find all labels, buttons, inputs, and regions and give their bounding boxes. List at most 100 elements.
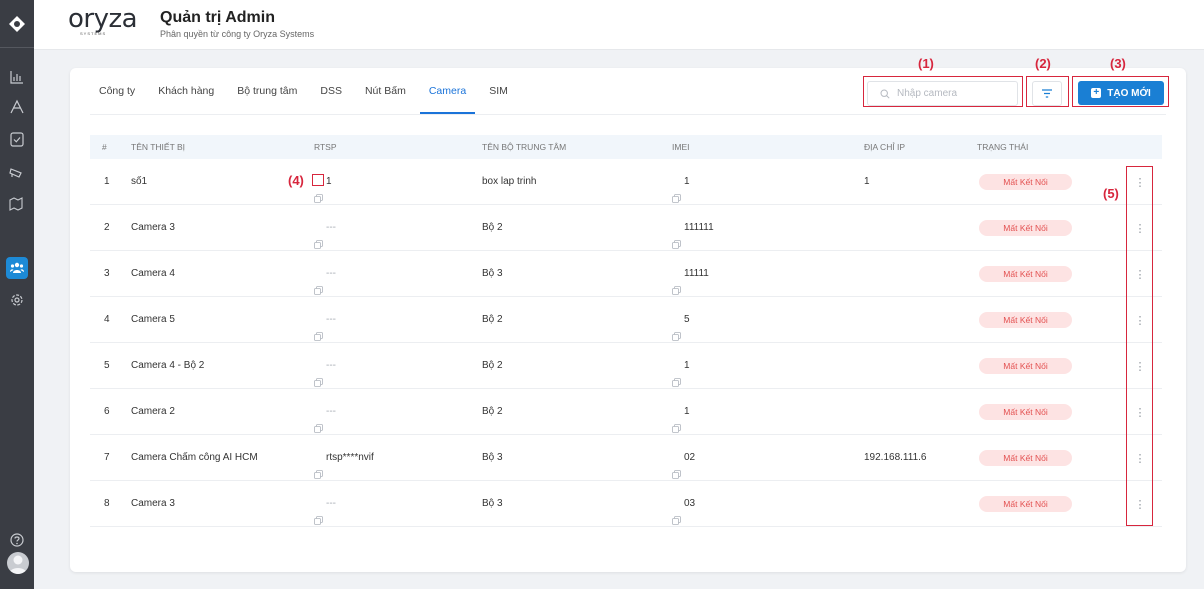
row-actions-menu-icon[interactable]: ⋮ xyxy=(1132,220,1148,236)
col-device[interactable]: TÊN THIẾT BỊ xyxy=(131,135,185,159)
copy-icon[interactable] xyxy=(314,178,323,203)
table-header: # TÊN THIẾT BỊ RTSP TÊN BỘ TRUNG TÂM IME… xyxy=(90,135,1162,159)
tab-sim[interactable]: SIM xyxy=(489,68,508,114)
sidebar-item-dashboard[interactable] xyxy=(0,62,34,92)
copy-icon[interactable] xyxy=(672,362,681,387)
sidebar-item-help[interactable] xyxy=(0,525,34,555)
table-row[interactable]: 3 Camera 4 --- Bộ 3 11111 Mất Kết Nối ⋮ xyxy=(90,251,1162,297)
cell-index: 5 xyxy=(104,360,110,371)
tab-company[interactable]: Công ty xyxy=(99,68,135,114)
cell-rtsp: --- xyxy=(314,297,336,343)
tab-button[interactable]: Nút Bấm xyxy=(365,68,406,114)
create-button-label: TẠO MỚI xyxy=(1107,87,1151,99)
cell-imei-value: 111111 xyxy=(684,222,714,233)
tab-dss[interactable]: DSS xyxy=(320,68,342,114)
copy-icon[interactable] xyxy=(672,270,681,295)
copy-icon[interactable] xyxy=(314,224,323,249)
copy-icon[interactable] xyxy=(672,178,681,203)
cell-hub: Bộ 3 xyxy=(482,268,503,279)
table-row[interactable]: 6 Camera 2 --- Bộ 2 1 Mất Kết Nối ⋮ xyxy=(90,389,1162,435)
search-box[interactable] xyxy=(867,81,1018,106)
copy-icon[interactable] xyxy=(672,408,681,433)
app-logo-icon[interactable] xyxy=(0,0,34,48)
row-actions-menu-icon[interactable]: ⋮ xyxy=(1132,266,1148,282)
cell-hub: Bộ 2 xyxy=(482,314,503,325)
brand-logo[interactable]: oryza SYSTEMS xyxy=(68,6,138,36)
col-ip[interactable]: ĐỊA CHỈ IP xyxy=(864,135,905,159)
tab-bar: Công ty Khách hàng Bộ trung tâm DSS Nút … xyxy=(99,68,531,114)
cell-index: 2 xyxy=(104,222,110,233)
sidebar-item-map[interactable] xyxy=(0,189,34,219)
copy-icon[interactable] xyxy=(314,500,323,525)
tab-divider xyxy=(90,114,1166,115)
create-button[interactable]: + TẠO MỚI xyxy=(1078,81,1164,105)
row-actions-menu-icon[interactable]: ⋮ xyxy=(1132,312,1148,328)
cell-index: 6 xyxy=(104,406,110,417)
table-row[interactable]: 4 Camera 5 --- Bộ 2 5 Mất Kết Nối ⋮ xyxy=(90,297,1162,343)
settings-icon xyxy=(11,294,23,306)
copy-icon[interactable] xyxy=(314,454,323,479)
row-actions-menu-icon[interactable]: ⋮ xyxy=(1132,174,1148,190)
clipboard-check-icon xyxy=(10,132,24,147)
col-index: # xyxy=(102,142,107,152)
sidebar-item-text[interactable] xyxy=(0,92,34,122)
copy-icon[interactable] xyxy=(672,454,681,479)
sidebar-item-users[interactable] xyxy=(0,253,34,283)
annotation-label-3: (3) xyxy=(1110,56,1126,71)
table-row[interactable]: 5 Camera 4 - Bộ 2 --- Bộ 2 1 Mất Kết Nối ⋮ xyxy=(90,343,1162,389)
cell-index: 1 xyxy=(104,176,110,187)
col-rtsp[interactable]: RTSP xyxy=(314,135,337,159)
cell-ip: 192.168.111.6 xyxy=(864,452,927,463)
tab-camera[interactable]: Camera xyxy=(419,68,476,114)
cell-rtsp: --- xyxy=(314,205,336,251)
cell-rtsp-value: --- xyxy=(326,498,336,509)
table-row[interactable]: 7 Camera Chấm công AI HCM rtsp****nvif Bộ 3… xyxy=(90,435,1162,481)
cell-imei-value: 1 xyxy=(684,176,690,187)
col-hub[interactable]: TÊN BỘ TRUNG TÂM xyxy=(482,135,566,159)
sidebar-item-camera[interactable] xyxy=(0,157,34,187)
cell-hub: Bộ 3 xyxy=(482,498,503,509)
copy-icon[interactable] xyxy=(672,224,681,249)
cell-hub: Bộ 2 xyxy=(482,406,503,417)
copy-icon[interactable] xyxy=(314,362,323,387)
font-icon xyxy=(10,99,24,114)
sidebar-item-tasks[interactable] xyxy=(0,124,34,154)
copy-icon[interactable] xyxy=(314,408,323,433)
cell-hub: box lap trinh xyxy=(482,176,537,187)
copy-icon[interactable] xyxy=(314,316,323,341)
search-input[interactable] xyxy=(897,88,1007,99)
annotation-label-1: (1) xyxy=(918,56,934,71)
copy-icon[interactable] xyxy=(314,270,323,295)
cell-hub: Bộ 3 xyxy=(482,452,503,463)
tab-customer[interactable]: Khách hàng xyxy=(158,68,214,114)
sidebar-item-settings[interactable] xyxy=(0,285,34,315)
cell-imei-value: 1 xyxy=(684,360,690,371)
plus-icon: + xyxy=(1091,88,1102,98)
cell-imei-value: 03 xyxy=(684,498,696,509)
cell-device-name: Camera 4 - Bộ 2 xyxy=(131,360,205,371)
cell-imei: 1 xyxy=(672,389,690,435)
cell-imei-value: 11111 xyxy=(684,268,709,279)
cell-rtsp-value: --- xyxy=(326,314,336,325)
row-actions-menu-icon[interactable]: ⋮ xyxy=(1132,450,1148,466)
table-row[interactable]: 1 số1 1 box lap trinh 1 1 Mất Kết Nối ⋮ xyxy=(90,159,1162,205)
table-row[interactable]: 8 Camera 3 --- Bộ 3 03 Mất Kết Nối ⋮ xyxy=(90,481,1162,527)
table-row[interactable]: 2 Camera 3 --- Bộ 2 111111 Mất Kết Nối ⋮ xyxy=(90,205,1162,251)
header-title-block: Quản trị Admin Phân quyền từ công ty Ory… xyxy=(160,9,314,39)
copy-icon[interactable] xyxy=(672,500,681,525)
cell-index: 4 xyxy=(104,314,110,325)
avatar[interactable] xyxy=(7,552,29,574)
cell-hub: Bộ 2 xyxy=(482,360,503,371)
col-status[interactable]: TRẠNG THÁI xyxy=(977,135,1028,159)
row-actions-menu-icon[interactable]: ⋮ xyxy=(1132,404,1148,420)
tab-hub[interactable]: Bộ trung tâm xyxy=(237,68,297,114)
row-actions-menu-icon[interactable]: ⋮ xyxy=(1132,358,1148,374)
filter-button[interactable] xyxy=(1032,81,1062,106)
col-imei[interactable]: IMEI xyxy=(672,135,689,159)
chart-bar-icon xyxy=(10,71,23,84)
row-actions-menu-icon[interactable]: ⋮ xyxy=(1132,496,1148,512)
copy-icon[interactable] xyxy=(672,316,681,341)
search-icon xyxy=(880,88,890,99)
filter-icon xyxy=(1042,89,1052,98)
cell-rtsp: --- xyxy=(314,343,336,389)
